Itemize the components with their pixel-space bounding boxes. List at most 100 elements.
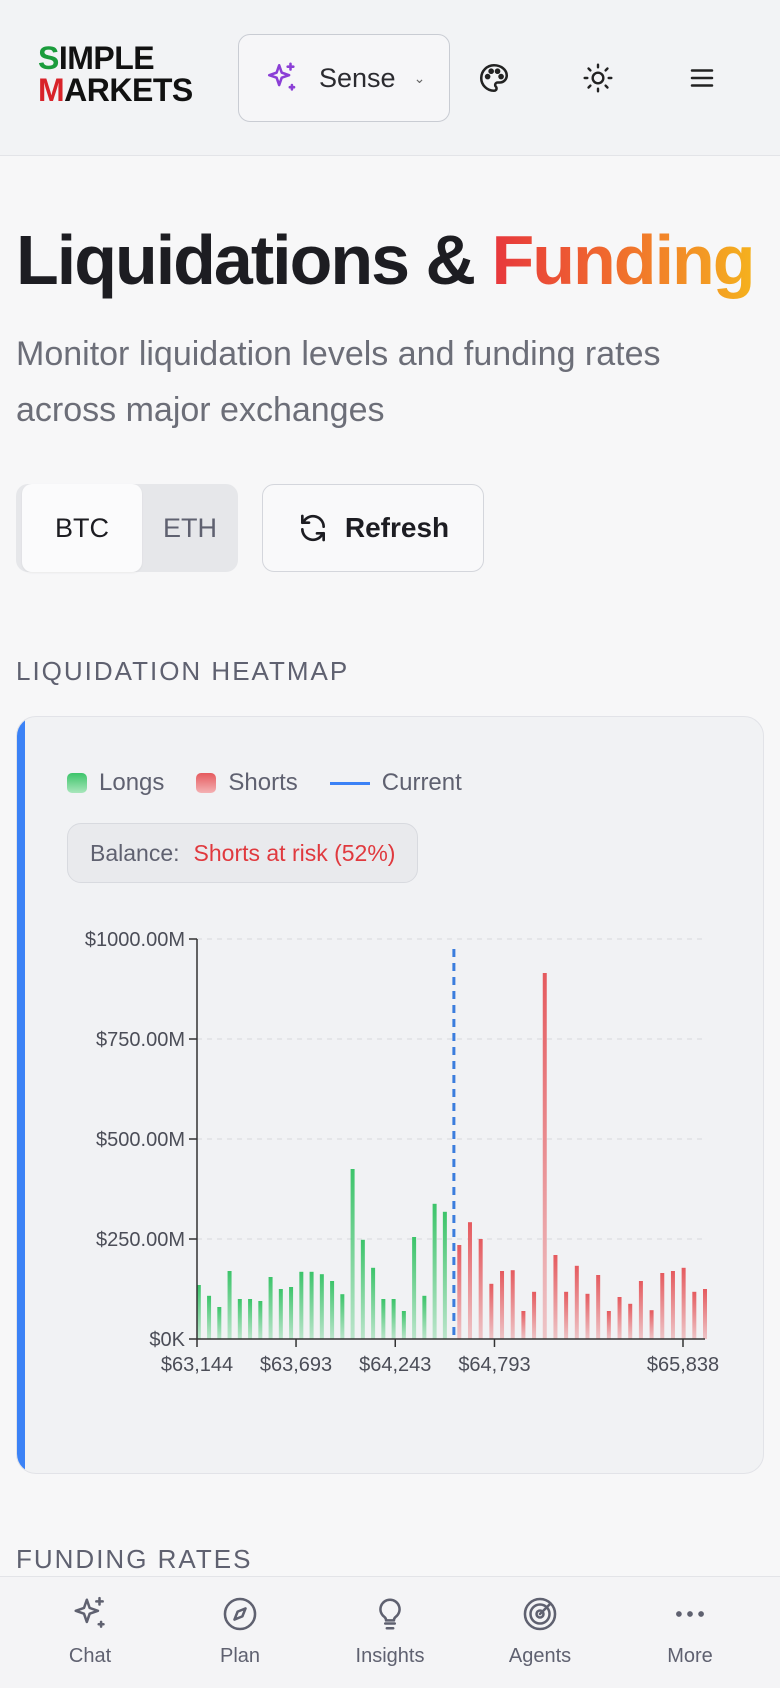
sparkles-icon	[267, 62, 296, 91]
short-bar	[681, 1267, 686, 1339]
nav-item-more[interactable]: More	[630, 1577, 750, 1688]
refresh-button[interactable]: Refresh	[262, 484, 484, 572]
app-header: SIMPLE MARKETS Sense ⌄	[0, 0, 780, 156]
liquidation-heatmap-chart: $0K $250.00M $500.00M $750.00M $1000.00M $63,…	[85, 929, 719, 1376]
mode-selector-button[interactable]: Sense ⌄	[238, 34, 450, 122]
nav-label-insights: Insights	[355, 1645, 425, 1667]
long-bar	[309, 1271, 314, 1339]
page-title-main: Liquidations &	[16, 221, 476, 299]
long-bar	[371, 1267, 376, 1339]
heatmap-section-label: LIQUIDATION HEATMAP	[16, 656, 350, 686]
radar-icon	[523, 1597, 557, 1631]
nav-label-more: More	[667, 1645, 713, 1667]
theme-toggle-button[interactable]	[578, 58, 618, 98]
long-bar	[299, 1271, 304, 1339]
short-bar	[660, 1273, 665, 1339]
legend-current-label: Current	[381, 769, 462, 796]
long-bar	[330, 1281, 335, 1339]
simple-markets-logo[interactable]: SIMPLE MARKETS	[38, 42, 208, 106]
page-title-accent: Funding	[491, 221, 756, 299]
short-bar	[649, 1310, 654, 1339]
asset-option-btc[interactable]: BTC	[22, 484, 142, 572]
compass-icon	[223, 1597, 257, 1631]
long-bar	[391, 1299, 396, 1339]
funding-section-label: FUNDING RATES	[16, 1544, 253, 1574]
nav-item-insights[interactable]: Insights	[330, 1577, 450, 1688]
short-bar	[703, 1289, 707, 1339]
sparkles-icon	[74, 1596, 105, 1628]
short-bar	[628, 1303, 633, 1339]
legend-shorts: Shorts	[196, 769, 298, 797]
long-bar	[258, 1301, 263, 1339]
short-bar	[606, 1311, 611, 1339]
logo-line-2: ARKETS	[64, 72, 193, 108]
lightbulb-icon	[379, 1598, 401, 1630]
y-tick-label: $250.00M	[96, 1229, 185, 1251]
short-bar	[574, 1265, 579, 1339]
legend-longs-swatch	[67, 773, 87, 793]
short-bar	[489, 1283, 494, 1339]
short-bar	[500, 1271, 505, 1339]
y-tick-label: $0K	[149, 1329, 185, 1351]
legend-current: Current	[329, 769, 462, 797]
short-bar	[670, 1271, 675, 1339]
balance-badge: Balance: Shorts at risk (52%)	[67, 823, 419, 883]
short-bar	[457, 1245, 462, 1339]
long-bar	[422, 1295, 427, 1339]
nav-item-agents[interactable]: Agents	[480, 1577, 600, 1688]
short-bar	[617, 1297, 622, 1339]
nav-label-agents: Agents	[508, 1645, 572, 1667]
long-bar	[360, 1239, 365, 1339]
short-bar	[521, 1311, 526, 1339]
more-dots-icon	[676, 1611, 704, 1617]
mode-selector-label: Sense	[319, 62, 396, 93]
bottom-navigation: Chat Plan Insights Agents More	[0, 1576, 780, 1688]
legend-shorts-label: Shorts	[228, 769, 298, 796]
short-bar	[692, 1291, 697, 1339]
short-bar	[585, 1293, 590, 1339]
legend-longs-label: Longs	[99, 769, 165, 796]
short-bar	[542, 973, 547, 1339]
nav-item-chat[interactable]: Chat	[30, 1577, 150, 1688]
x-tick-label: $64,243	[359, 1354, 431, 1376]
refresh-icon	[300, 514, 325, 542]
logo-letter-s: S	[38, 40, 59, 76]
short-bar	[467, 1222, 472, 1339]
long-bar	[268, 1277, 273, 1339]
sun-icon	[583, 63, 613, 93]
nav-item-plan[interactable]: Plan	[180, 1577, 300, 1688]
long-bar	[289, 1287, 294, 1339]
refresh-label: Refresh	[344, 512, 450, 543]
x-tick-label: $63,693	[260, 1354, 332, 1376]
x-tick-label: $65,838	[647, 1354, 719, 1376]
nav-label-chat: Chat	[68, 1645, 112, 1667]
short-bar	[532, 1291, 537, 1339]
liquidation-heatmap-card: Longs Shorts Current Balance: Shorts at …	[16, 716, 764, 1474]
y-tick-label: $1000.00M	[85, 929, 185, 951]
short-bar	[478, 1239, 483, 1339]
page-subtitle: Monitor liquidation levels and funding r…	[16, 335, 661, 429]
long-bar	[340, 1294, 345, 1339]
menu-button[interactable]	[682, 58, 722, 98]
page-title: Liquidations & Funding	[16, 220, 756, 300]
long-bar	[207, 1295, 212, 1339]
asset-toggle: BTC ETH	[16, 484, 238, 572]
chart-legend: Longs Shorts Current	[67, 769, 494, 797]
nav-label-plan: Plan	[219, 1645, 261, 1667]
asset-option-eth[interactable]: ETH	[142, 484, 238, 572]
long-bar	[442, 1211, 447, 1339]
logo-letter-m: M	[38, 72, 65, 108]
long-bar	[237, 1299, 242, 1339]
palette-button[interactable]	[474, 58, 514, 98]
legend-longs: Longs	[67, 769, 164, 797]
long-bar	[412, 1237, 417, 1339]
long-bar	[227, 1271, 232, 1339]
y-tick-label: $750.00M	[96, 1029, 185, 1051]
menu-icon	[690, 69, 714, 87]
x-tick-label: $63,144	[161, 1354, 233, 1376]
short-bar	[553, 1255, 558, 1339]
long-bar	[319, 1274, 324, 1339]
long-bar	[381, 1299, 386, 1339]
short-bar	[564, 1291, 569, 1339]
y-tick-label: $500.00M	[96, 1129, 185, 1151]
